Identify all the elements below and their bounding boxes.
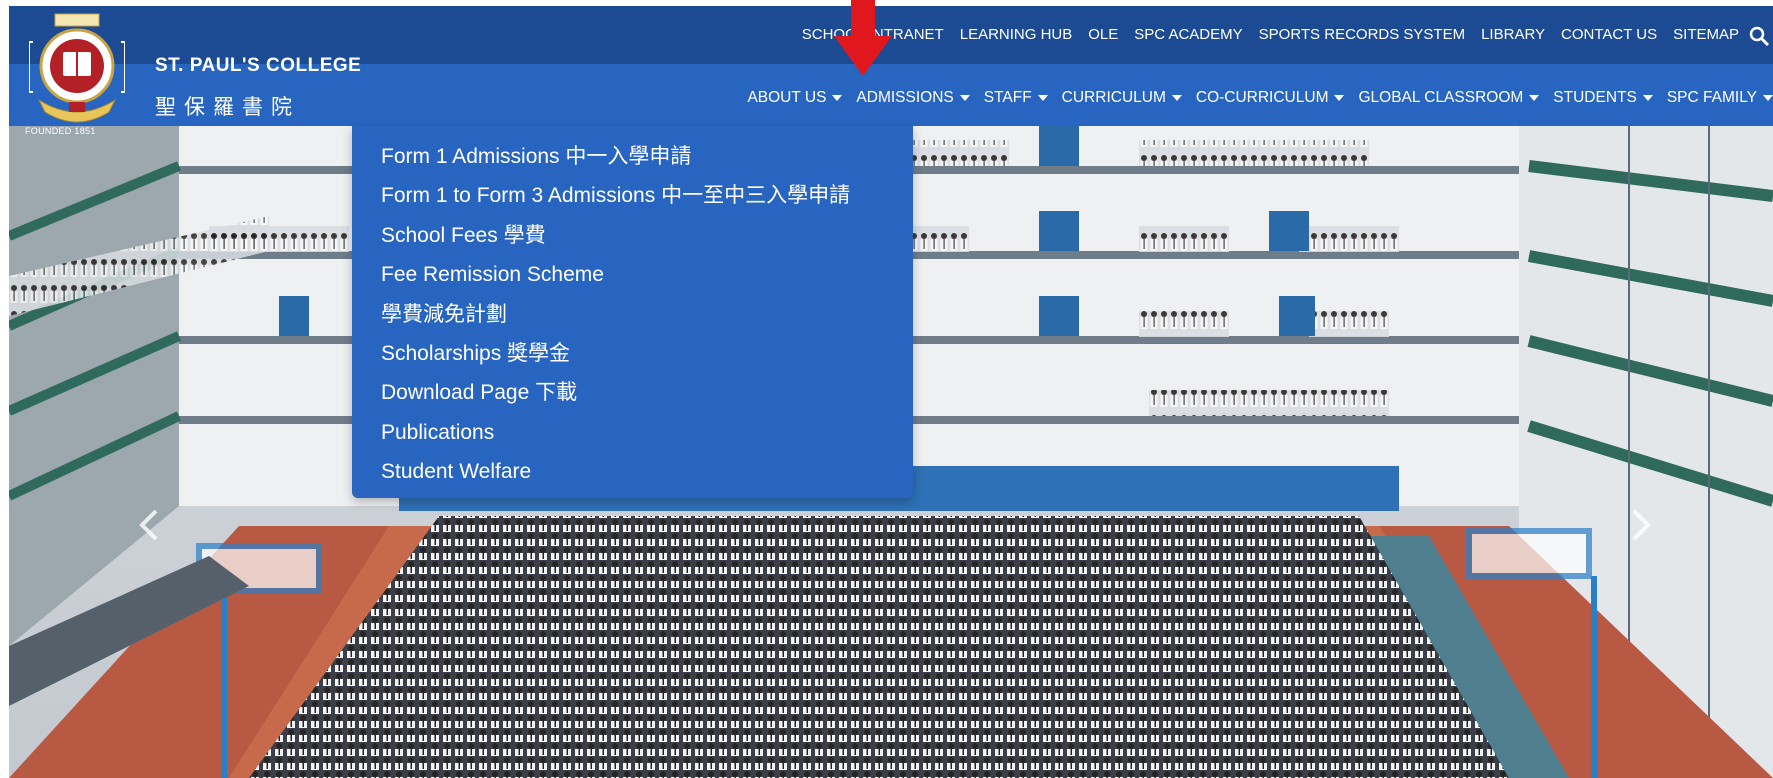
- caret-down-icon: [1529, 95, 1540, 101]
- caret-down-icon: [1334, 95, 1345, 101]
- menu-item-publications[interactable]: Publications: [381, 413, 913, 452]
- menu-item-scholarships[interactable]: Scholarships 獎學金: [381, 334, 913, 373]
- main-nav: ABOUT US ADMISSIONS STAFF CURRICULUM CO-…: [747, 89, 1773, 107]
- admissions-menu-list: Form 1 Admissions 中一入學申請 Form 1 to Form …: [352, 126, 913, 492]
- search-icon[interactable]: [1749, 26, 1769, 46]
- nav-co-curriculum[interactable]: CO-CURRICULUM: [1196, 89, 1345, 107]
- nav-label: ADMISSIONS: [856, 89, 954, 106]
- school-name-english[interactable]: ST. PAUL'S COLLEGE: [155, 55, 361, 77]
- menu-item-fee-remission-scheme[interactable]: Fee Remission Scheme: [381, 255, 913, 294]
- nav-label: CO-CURRICULUM: [1195, 89, 1329, 106]
- nav-admissions[interactable]: ADMISSIONS: [856, 89, 970, 107]
- nav-about-us[interactable]: ABOUT US: [747, 89, 843, 107]
- menu-item-form1-admissions[interactable]: Form 1 Admissions 中一入學申請: [381, 137, 913, 176]
- admissions-dropdown-menu: Form 1 Admissions 中一入學申請 Form 1 to Form …: [352, 126, 913, 498]
- top-link-sitemap[interactable]: SITEMAP: [1673, 26, 1739, 43]
- top-links: SCHOOL INTRANET LEARNING HUB OLE SPC ACA…: [802, 26, 1739, 43]
- nav-label: CURRICULUM: [1061, 89, 1166, 106]
- top-link-learning-hub[interactable]: LEARNING HUB: [960, 26, 1073, 43]
- caret-down-icon: [1642, 95, 1653, 101]
- menu-item-school-fees[interactable]: School Fees 學費: [381, 216, 913, 255]
- caret-down-icon: [959, 95, 970, 101]
- school-name-chinese[interactable]: 聖保羅書院: [155, 91, 300, 121]
- menu-item-download-page[interactable]: Download Page 下載: [381, 373, 913, 412]
- top-link-ole[interactable]: OLE: [1088, 26, 1118, 43]
- caret-down-icon: [1171, 95, 1182, 101]
- nav-label: STUDENTS: [1553, 89, 1637, 106]
- nav-label: SPC FAMILY: [1666, 89, 1757, 106]
- chevron-left-icon[interactable]: [134, 505, 164, 545]
- top-link-sports-records[interactable]: SPORTS RECORDS SYSTEM: [1259, 26, 1465, 43]
- top-link-spc-academy[interactable]: SPC ACADEMY: [1134, 26, 1242, 43]
- top-link-library[interactable]: LIBRARY: [1481, 26, 1545, 43]
- nav-label: STAFF: [983, 89, 1032, 106]
- nav-label: GLOBAL CLASSROOM: [1358, 89, 1524, 106]
- nav-spc-family[interactable]: SPC FAMILY: [1667, 89, 1773, 107]
- nav-global-classroom[interactable]: GLOBAL CLASSROOM: [1358, 89, 1540, 107]
- nav-staff[interactable]: STAFF: [984, 89, 1048, 107]
- red-arrow-icon: [834, 0, 892, 76]
- caret-down-icon: [1037, 95, 1048, 101]
- top-link-contact-us[interactable]: CONTACT US: [1561, 26, 1657, 43]
- nav-students[interactable]: STUDENTS: [1553, 89, 1653, 107]
- nav-curriculum[interactable]: CURRICULUM: [1062, 89, 1182, 107]
- chevron-right-icon[interactable]: [1626, 505, 1656, 545]
- menu-item-student-welfare[interactable]: Student Welfare: [381, 452, 913, 491]
- nav-label: ABOUT US: [747, 89, 827, 106]
- menu-item-form1-to-form3-admissions[interactable]: Form 1 to Form 3 Admissions 中一至中三入學申請: [381, 176, 913, 215]
- caret-down-icon: [832, 95, 843, 101]
- menu-item-fee-remission-zh[interactable]: 學費減免計劃: [381, 295, 913, 334]
- caret-down-icon: [1763, 95, 1773, 101]
- founded-label: FOUNDED 1851: [25, 126, 96, 136]
- school-crest-logo[interactable]: [29, 12, 125, 128]
